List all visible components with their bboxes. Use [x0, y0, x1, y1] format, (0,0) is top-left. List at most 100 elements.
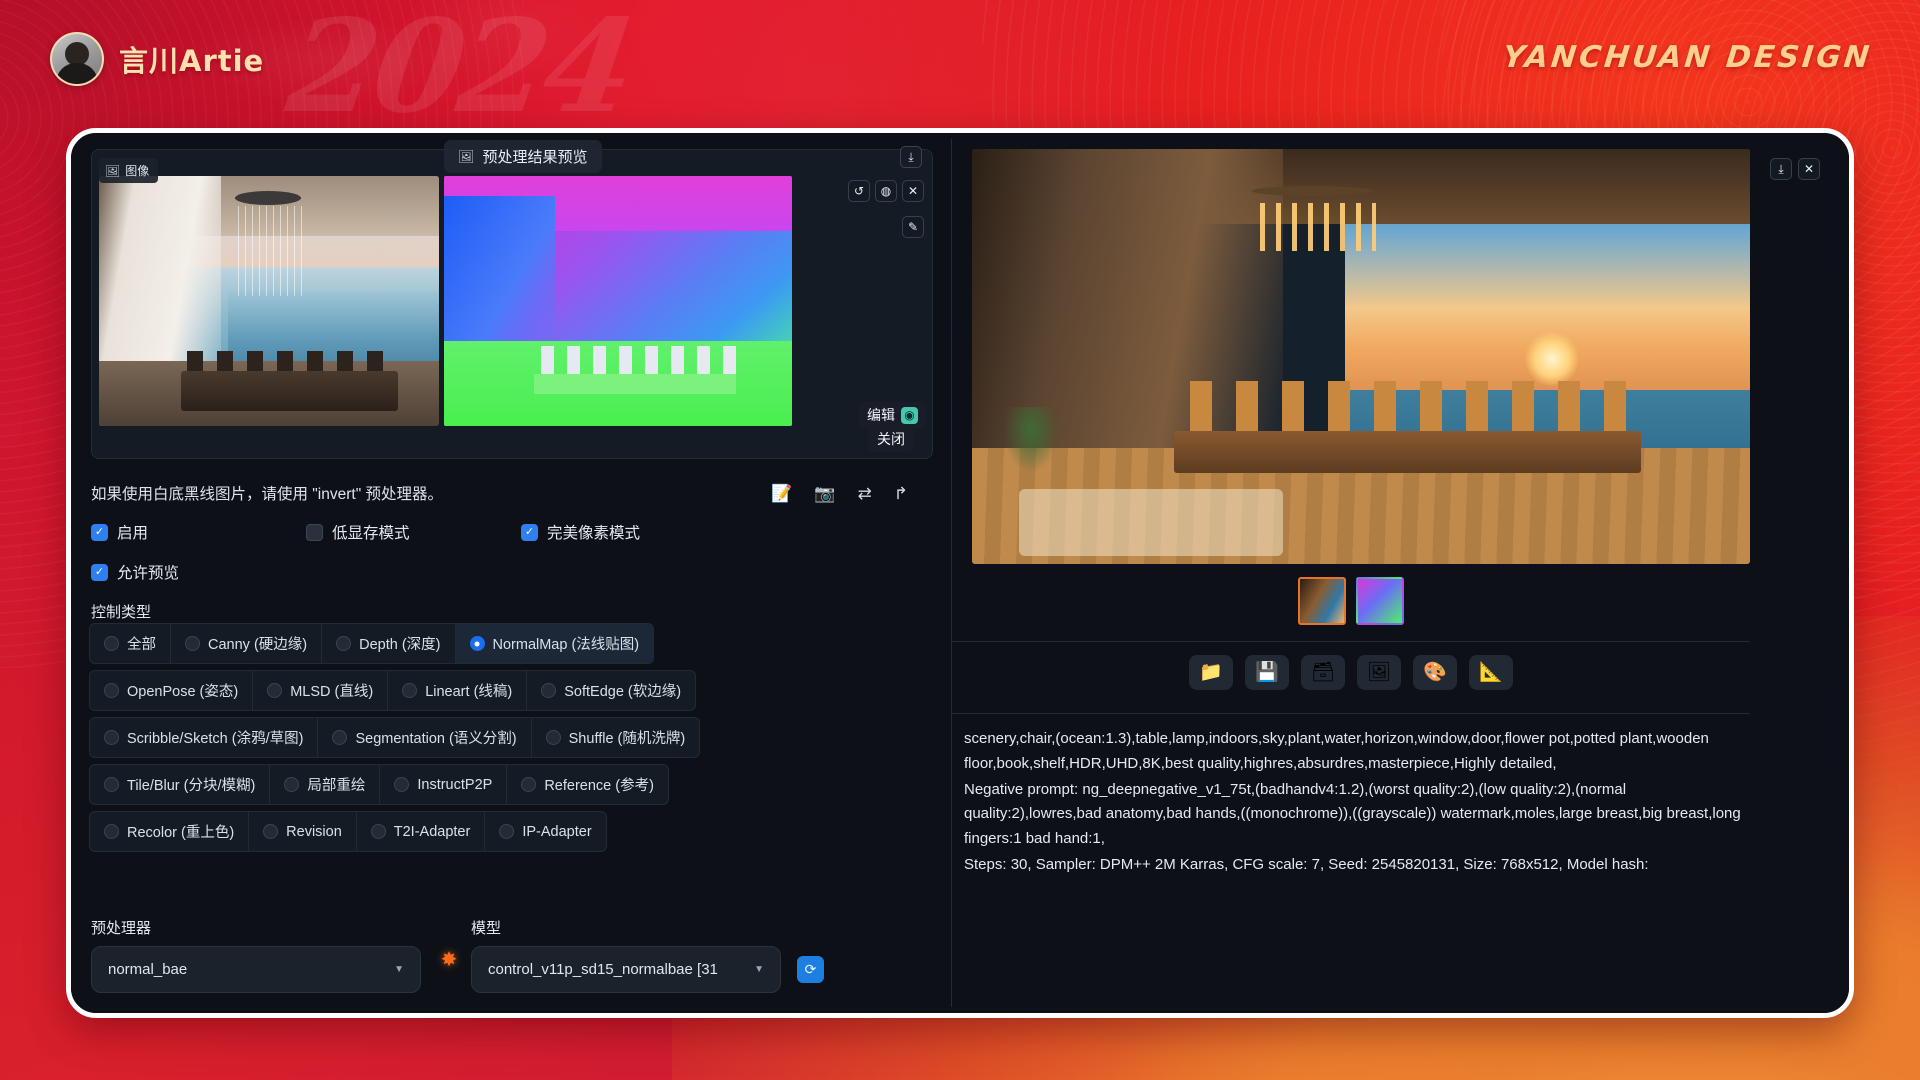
save-floppy-icon[interactable]: 💾	[1245, 655, 1289, 690]
radio-ip-adapter[interactable]: IP-Adapter	[485, 812, 605, 851]
avatar	[50, 32, 104, 86]
checkbox-enable[interactable]: ✓ 启用	[91, 521, 306, 543]
radio-label: T2I-Adapter	[394, 824, 471, 840]
thumbnail-normalmap[interactable]	[1356, 577, 1404, 625]
radio-label: NormalMap (法线贴图)	[493, 633, 640, 654]
radio-softedge[interactable]: SoftEdge (软边缘)	[527, 671, 695, 710]
radio-label: OpenPose (姿态)	[127, 680, 238, 701]
result-toolbar: ⤓ ✕	[1770, 158, 1820, 180]
radio-instructp2p[interactable]: InstructP2P	[380, 765, 507, 804]
radio-label: Canny (硬边缘)	[208, 633, 307, 654]
radio-revision[interactable]: Revision	[249, 812, 357, 851]
source-image[interactable]	[99, 176, 439, 426]
thumbnail-result[interactable]	[1298, 577, 1346, 625]
spark-icon[interactable]: ✸	[437, 950, 461, 974]
radio-dot	[104, 824, 119, 839]
radio-label: Depth (深度)	[359, 633, 440, 654]
image-toolbar: ↺ ◍ ✕	[848, 180, 924, 202]
radio-label: 全部	[127, 633, 156, 654]
eraser-icon[interactable]: ◍	[875, 180, 897, 202]
divider	[952, 641, 1750, 642]
radio-dot	[541, 683, 556, 698]
swap-icon[interactable]: ⇄	[858, 485, 872, 502]
radio-lineart[interactable]: Lineart (线稿)	[388, 671, 527, 710]
model-value: control_v11p_sd15_normalbae [31	[488, 961, 718, 978]
radio-t2i-adapter[interactable]: T2I-Adapter	[357, 812, 486, 851]
radio-mlsd[interactable]: MLSD (直线)	[253, 671, 388, 710]
edit-button-label: 编辑	[867, 405, 895, 425]
prompt-positive: scenery,chair,(ocean:1.3),table,lamp,ind…	[964, 727, 1754, 777]
file-box-icon[interactable]: 🗃	[1301, 655, 1345, 690]
hint-text: 如果使用白底黑线图片，请使用 "invert" 预处理器。	[91, 482, 443, 504]
checkbox-box: ✓	[91, 564, 108, 581]
hint-icon-group: 📝 📷 ⇄ ↱	[771, 485, 933, 502]
control-type-label: 控制类型	[91, 601, 151, 622]
radio-dot	[263, 824, 278, 839]
radio-label: Reference (参考)	[544, 774, 654, 795]
checkbox-allow-preview[interactable]: ✓ 允许预览	[91, 561, 179, 583]
close-result-button[interactable]: ✕	[1798, 158, 1820, 180]
radio-dot	[402, 683, 417, 698]
header-right-title: YANCHUAN DESIGN	[1501, 40, 1874, 75]
download-preview-button[interactable]: ⤓	[900, 146, 922, 168]
ruler-icon[interactable]: 📐	[1469, 655, 1513, 690]
checkbox-lowvram[interactable]: 低显存模式	[306, 521, 521, 543]
edit-note-icon[interactable]: 📝	[771, 485, 792, 502]
radio-inpaint[interactable]: 局部重绘	[270, 765, 380, 804]
prompt-negative: Negative prompt: ng_deepnegative_v1_75t,…	[964, 778, 1754, 852]
checkbox-pixel-perfect[interactable]: ✓ 完美像素模式	[521, 521, 640, 543]
radio-reference[interactable]: Reference (参考)	[507, 765, 668, 804]
control-type-groups: 全部 Canny (硬边缘) Depth (深度) NormalMap (法线贴…	[89, 623, 939, 858]
divider-2	[952, 713, 1750, 714]
radio-all[interactable]: 全部	[90, 624, 171, 663]
checkbox-box: ✓	[91, 524, 108, 541]
control-type-row-1: 全部 Canny (硬边缘) Depth (深度) NormalMap (法线贴…	[89, 623, 654, 664]
preprocessor-select[interactable]: normal_bae ▼	[91, 946, 421, 993]
radio-openpose[interactable]: OpenPose (姿态)	[90, 671, 253, 710]
radio-dot	[104, 636, 119, 651]
control-type-row-4: Tile/Blur (分块/模糊) 局部重绘 InstructP2P Refer…	[89, 764, 669, 805]
chevron-down-icon: ▼	[394, 964, 404, 975]
folder-icon[interactable]: 📁	[1189, 655, 1233, 690]
picture-icon[interactable]: 🖼	[1357, 655, 1401, 690]
preprocessor-label: 预处理器	[91, 917, 421, 938]
radio-tile-blur[interactable]: Tile/Blur (分块/模糊)	[90, 765, 270, 804]
return-icon[interactable]: ↱	[894, 485, 908, 502]
radio-label: Segmentation (语义分割)	[355, 727, 516, 748]
radio-label: InstructP2P	[417, 777, 492, 793]
edit-button[interactable]: 编辑 ◉	[859, 402, 926, 428]
refresh-icon: ⟳	[805, 961, 817, 978]
radio-dot	[332, 730, 347, 745]
model-block: 模型 control_v11p_sd15_normalbae [31 ▼	[471, 917, 781, 993]
close-preview-button[interactable]: 关闭	[868, 426, 914, 452]
radio-dot	[499, 824, 514, 839]
refresh-models-button[interactable]: ⟳	[797, 956, 824, 983]
palette-icon[interactable]: 🎨	[1413, 655, 1457, 690]
camera-icon[interactable]: 📷	[814, 485, 835, 502]
undo-icon[interactable]: ↺	[848, 180, 870, 202]
close-icon[interactable]: ✕	[902, 180, 924, 202]
radio-dot	[394, 777, 409, 792]
checkbox-row-2: ✓ 允许预览	[91, 561, 179, 583]
radio-normalmap[interactable]: NormalMap (法线贴图)	[456, 624, 654, 663]
generation-info: scenery,chair,(ocean:1.3),table,lamp,ind…	[964, 727, 1754, 879]
preprocess-result-image[interactable]	[444, 176, 792, 426]
radio-shuffle[interactable]: Shuffle (随机洗牌)	[532, 718, 700, 757]
radio-scribble[interactable]: Scribble/Sketch (涂鸦/草图)	[90, 718, 318, 757]
preprocessor-value: normal_bae	[108, 961, 187, 978]
radio-canny[interactable]: Canny (硬边缘)	[171, 624, 322, 663]
download-result-button[interactable]: ⤓	[1770, 158, 1792, 180]
pen-icon[interactable]: ✎	[902, 216, 924, 238]
result-image[interactable]	[972, 149, 1750, 564]
radio-dot	[185, 636, 200, 651]
checkbox-box: ✓	[521, 524, 538, 541]
radio-segmentation[interactable]: Segmentation (语义分割)	[318, 718, 531, 757]
radio-depth[interactable]: Depth (深度)	[322, 624, 455, 663]
checkbox-pixel-perfect-label: 完美像素模式	[547, 521, 640, 543]
brand-name: 言川Artie	[119, 38, 264, 80]
model-select[interactable]: control_v11p_sd15_normalbae [31 ▼	[471, 946, 781, 993]
radio-label: Tile/Blur (分块/模糊)	[127, 774, 255, 795]
radio-recolor[interactable]: Recolor (重上色)	[90, 812, 249, 851]
radio-dot	[104, 730, 119, 745]
preview-container: 🖼 图像 ↺	[91, 149, 933, 459]
